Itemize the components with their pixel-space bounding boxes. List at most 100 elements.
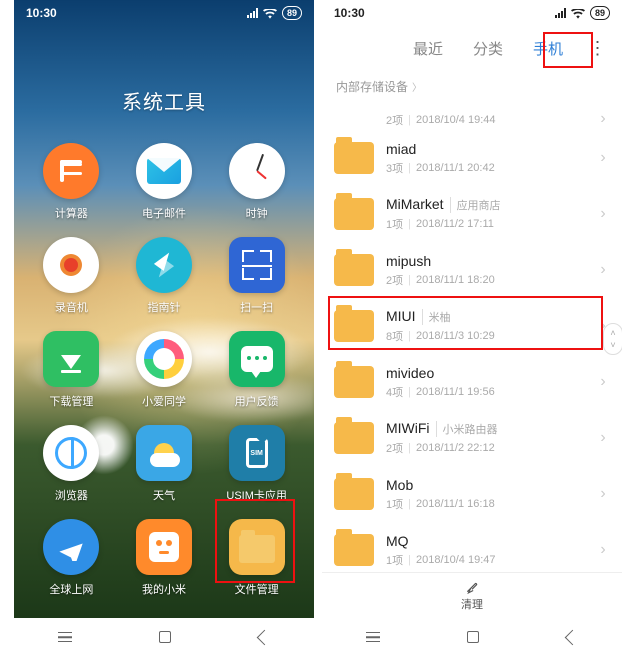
folder-icon [334,534,374,566]
folder-list[interactable]: 2项 | 2018/10/4 19:44 › miad3项|2018/11/1 … [322,106,622,572]
chevron-right-icon: › [596,429,610,447]
android-nav-bar [322,620,622,654]
app-label: 下载管理 [49,393,93,409]
app-label: 我的小米 [142,581,186,597]
scroll-pager[interactable]: ˄ ˅ [603,323,622,355]
compass-icon [136,237,192,293]
battery-icon: 89 [282,6,302,20]
wifi-icon [263,8,277,18]
folder-title: 系统工具 [14,86,314,115]
nav-home-icon[interactable] [159,631,171,643]
app-label: USIM卡应用 [226,487,287,503]
chevron-up-icon: ˄ [610,328,615,338]
more-menu-icon[interactable]: ⋮ [584,38,612,59]
app-mymi[interactable]: 我的小米 [123,519,206,597]
mymi-icon [136,519,192,575]
clock-icon [229,143,285,199]
app-label: 浏览器 [55,487,88,503]
status-time: 10:30 [334,6,365,20]
app-scanner[interactable]: 扫一扫 [215,237,298,315]
app-label: 时钟 [246,205,268,221]
app-label: 扫一扫 [240,299,273,315]
app-label: 计算器 [55,205,88,221]
files-icon [229,519,285,575]
usim-icon [229,425,285,481]
cleanup-button[interactable]: 清理 [322,572,622,618]
breadcrumb[interactable]: 内部存储设备 〉 [322,70,622,101]
battery-icon: 89 [590,6,610,20]
app-label: 指南针 [147,299,180,315]
app-feedback[interactable]: 用户反馈 [215,331,298,409]
list-item[interactable]: mipush2项|2018/11/1 18:20› [322,242,622,298]
list-item[interactable]: miad3项|2018/11/1 20:42› [322,130,622,186]
app-compass[interactable]: 指南针 [123,237,206,315]
app-weather[interactable]: 天气 [123,425,206,503]
browser-icon [43,425,99,481]
app-files[interactable]: 文件管理 [215,519,298,597]
list-item[interactable]: MQ1项|2018/10/4 19:47› [322,522,622,572]
folder-icon [334,422,374,454]
list-item[interactable]: MIUI米柚8项|2018/11/3 10:29› [322,298,622,354]
list-item[interactable]: MIWiFi小米路由器2项|2018/11/2 22:12› [322,410,622,466]
tab-phone[interactable]: 手机 [518,32,578,65]
app-globalnet[interactable]: 全球上网 [30,519,113,597]
weather-icon [136,425,192,481]
list-item[interactable]: Mob1项|2018/11/1 16:18› [322,466,622,522]
tabs: 最近 分类 手机 ⋮ [322,26,622,70]
app-downloads[interactable]: 下载管理 [30,331,113,409]
list-item[interactable]: MiMarket应用商店1项|2018/11/2 17:11› [322,186,622,242]
app-browser[interactable]: 浏览器 [30,425,113,503]
list-item[interactable]: 2项 | 2018/10/4 19:44 › [322,106,622,130]
app-label: 电子邮件 [142,205,186,221]
status-bar: 10:30 89 [14,0,314,26]
signal-icon [247,8,258,18]
xiaoai-icon [136,331,192,387]
globalnet-icon [43,519,99,575]
folder-icon [334,310,374,342]
chevron-right-icon: › [596,205,610,223]
tab-category[interactable]: 分类 [458,32,518,65]
app-clock[interactable]: 时钟 [215,143,298,221]
app-label: 天气 [153,487,175,503]
chevron-right-icon: › [596,110,610,128]
status-time: 10:30 [26,6,57,20]
app-label: 文件管理 [235,581,279,597]
app-grid: 计算器 电子邮件 时钟录音机指南针 扫一扫下载管理 小爱同学 用户反馈浏览器 天气 USIM卡… [14,143,314,597]
brush-icon [464,580,480,594]
scanner-icon [229,237,285,293]
app-email[interactable]: 电子邮件 [123,143,206,221]
nav-back-icon[interactable] [257,629,273,645]
nav-back-icon[interactable] [565,629,581,645]
nav-home-icon[interactable] [467,631,479,643]
app-usim[interactable]: USIM卡应用 [215,425,298,503]
email-icon [136,143,192,199]
app-calculator[interactable]: 计算器 [30,143,113,221]
chevron-right-icon: › [596,485,610,503]
chevron-right-icon: › [596,149,610,167]
folder-icon [334,198,374,230]
folder-icon [334,478,374,510]
list-item[interactable]: mivideo4项|2018/11/1 19:56› [322,354,622,410]
chevron-right-icon: › [596,373,610,391]
chevron-right-icon: › [596,541,610,559]
status-bar: 10:30 89 [322,0,622,26]
tab-recent[interactable]: 最近 [398,32,458,65]
chevron-right-icon: › [596,261,610,279]
nav-recents-icon[interactable] [366,632,380,642]
app-label: 用户反馈 [235,393,279,409]
app-label: 全球上网 [49,581,93,597]
app-recorder[interactable]: 录音机 [30,237,113,315]
folder-icon [334,254,374,286]
feedback-icon [229,331,285,387]
app-label: 小爱同学 [142,393,186,409]
downloads-icon [43,331,99,387]
calculator-icon [43,143,99,199]
nav-recents-icon[interactable] [58,632,72,642]
signal-icon [555,8,566,18]
app-xiaoai[interactable]: 小爱同学 [123,331,206,409]
chevron-right-icon: 〉 [412,79,422,94]
chevron-down-icon: ˅ [610,340,615,350]
recorder-icon [43,237,99,293]
home-screen: 10:30 89 系统工具 计算器 电子邮件 时钟录音机指南针 扫一扫下载管理 小爱同学… [14,0,314,618]
wifi-icon [571,8,585,18]
